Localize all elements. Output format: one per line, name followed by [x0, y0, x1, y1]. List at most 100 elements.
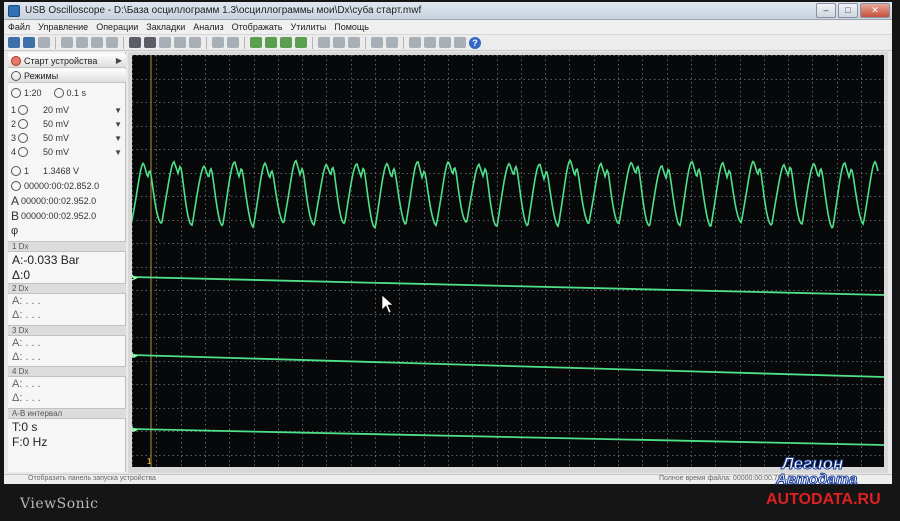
toolbar-divider	[55, 36, 56, 49]
time-scale-value: 1:20	[24, 88, 42, 98]
time-scale-row[interactable]: 1:20 0.1 s	[8, 86, 126, 100]
help-icon[interactable]: ?	[469, 36, 481, 49]
measure-icon[interactable]	[189, 37, 201, 48]
start-device-button[interactable]: Старт устройства ▶	[8, 54, 126, 68]
channel-3-row[interactable]: 3 50 mV ▼	[8, 131, 126, 145]
trigger-mode-icon[interactable]	[129, 37, 141, 48]
channel-3-icon	[18, 133, 29, 143]
chevron-down-icon[interactable]: ▼	[114, 120, 122, 129]
modes-icon	[11, 70, 21, 81]
menu-bar: Файл Управление Операции Закладки Анализ…	[4, 20, 892, 35]
window-controls: – □ ✕	[816, 3, 890, 18]
channel-3-number: 3	[11, 133, 17, 143]
undo-icon[interactable]	[106, 37, 118, 48]
menu-utilities[interactable]: Утилиты	[290, 22, 326, 32]
toolbar-divider	[244, 36, 245, 49]
interval-header: A-B интервал	[8, 408, 126, 419]
watermark-logo: Легион Автодата AUTODATA.RU	[760, 454, 890, 514]
watermark-line-2: Автодата	[775, 471, 858, 489]
status-hint: Отобразить панель запуска устройства	[28, 475, 156, 482]
chevron-down-icon[interactable]: ▼	[114, 106, 122, 115]
control-panel: Старт устройства ▶ Режимы 1:20 0.1 s 1 2…	[8, 52, 126, 472]
channel-1-row[interactable]: 1 20 mV ▼	[8, 103, 126, 117]
layout-icon[interactable]	[371, 37, 383, 48]
marker-icon[interactable]	[333, 37, 345, 48]
channel-4-row[interactable]: 4 50 mV ▼	[8, 145, 126, 159]
cascade-icon[interactable]	[439, 37, 451, 48]
cursor-marker: 1	[147, 457, 152, 466]
close-button[interactable]: ✕	[860, 3, 890, 18]
channel-4-value: 50 mV	[43, 147, 70, 157]
oscilloscope-display[interactable]: 2▸3▸4▸1	[132, 55, 884, 467]
list-icon[interactable]	[348, 37, 360, 48]
trigger-level: 1.3468 V	[43, 166, 80, 176]
channel-2-number: 2	[11, 119, 17, 129]
check-double-icon[interactable]	[280, 37, 292, 48]
menu-file[interactable]: Файл	[8, 22, 30, 32]
dx1-delta-value: Δ:0	[12, 268, 31, 282]
cut-icon[interactable]	[91, 37, 103, 48]
cursor-b-row[interactable]: B 00000:00:02.952.0	[8, 209, 126, 223]
monitor-brand-logo: ViewSonic	[20, 496, 99, 512]
channel-2-row[interactable]: 2 50 mV ▼	[8, 117, 126, 131]
paste-icon[interactable]	[76, 37, 88, 48]
menu-bookmarks[interactable]: Закладки	[146, 22, 185, 32]
grid-icon[interactable]	[212, 37, 224, 48]
open-file-icon[interactable]	[8, 37, 20, 48]
bookmark-icon[interactable]	[318, 37, 330, 48]
save-file-icon[interactable]	[23, 37, 35, 48]
cursor-a-row[interactable]: A 00000:00:02.952.0	[8, 194, 126, 208]
scope-frame: 2▸3▸4▸1	[128, 52, 888, 473]
channel-3-value: 50 mV	[43, 133, 70, 143]
dx2-a-value: A: . . .	[12, 295, 41, 307]
modes-button[interactable]: Режимы	[8, 69, 126, 83]
dx2-delta-value: Δ: . . .	[12, 309, 41, 321]
menu-control[interactable]: Управление	[38, 22, 88, 32]
check-all-icon[interactable]	[265, 37, 277, 48]
cursor-b-time: 00000:00:02.952.0	[21, 211, 97, 221]
copy-icon[interactable]	[61, 37, 73, 48]
chevron-down-icon[interactable]: ▼	[114, 148, 122, 157]
trigger-time-row[interactable]: 00000:00:02.852.0	[8, 179, 126, 193]
dx4-delta-value: Δ: . . .	[12, 392, 41, 404]
accept-icon[interactable]	[295, 37, 307, 48]
maximize-button[interactable]: □	[838, 3, 858, 18]
menu-display[interactable]: Отображать	[232, 22, 283, 32]
monitor: USB Oscilloscope - D:\База осциллограмм …	[0, 0, 900, 521]
dx4-header: 4 Dx	[8, 366, 126, 377]
dx1-header: 1 Dx	[8, 241, 126, 252]
magnifier-icon	[11, 88, 21, 98]
cursor-b-label: B	[11, 209, 20, 223]
cursor-icon[interactable]	[227, 37, 239, 48]
trigger-channel: 1	[24, 166, 30, 176]
window-icon[interactable]	[409, 37, 421, 48]
screen: USB Oscilloscope - D:\База осциллограмм …	[4, 2, 892, 484]
trigger-row[interactable]: 1 1.3468 V	[8, 164, 126, 178]
interval-period: T:0 s	[12, 420, 38, 434]
menu-operations[interactable]: Операции	[96, 22, 138, 32]
step-icon[interactable]	[174, 37, 186, 48]
toolbar-divider	[123, 36, 124, 49]
check-icon[interactable]	[250, 37, 262, 48]
channel-4-icon	[18, 147, 29, 157]
menu-help[interactable]: Помощь	[334, 22, 369, 32]
minimize-button[interactable]: –	[816, 3, 836, 18]
pointer-icon	[11, 181, 21, 191]
chevron-down-icon[interactable]: ▼	[114, 134, 122, 143]
time-div-value: 0.1 s	[66, 88, 87, 98]
trigger-edge-icon[interactable]	[144, 37, 156, 48]
dx4-a-value: A: . . .	[12, 378, 41, 390]
toolbar-divider	[312, 36, 313, 49]
close-view-icon[interactable]	[454, 37, 466, 48]
phase-row[interactable]: φ	[8, 224, 126, 238]
channel-1-value: 20 mV	[43, 105, 70, 115]
menu-analysis[interactable]: Анализ	[193, 22, 223, 32]
scope-background	[132, 55, 884, 467]
print-icon[interactable]	[38, 37, 50, 48]
cursor-a-label: A	[11, 194, 20, 208]
tile-icon[interactable]	[424, 37, 436, 48]
title-bar: USB Oscilloscope - D:\База осциллограмм …	[4, 2, 892, 20]
split-icon[interactable]	[386, 37, 398, 48]
zoom-icon[interactable]	[159, 37, 171, 48]
chevron-right-icon: ▶	[115, 56, 122, 65]
